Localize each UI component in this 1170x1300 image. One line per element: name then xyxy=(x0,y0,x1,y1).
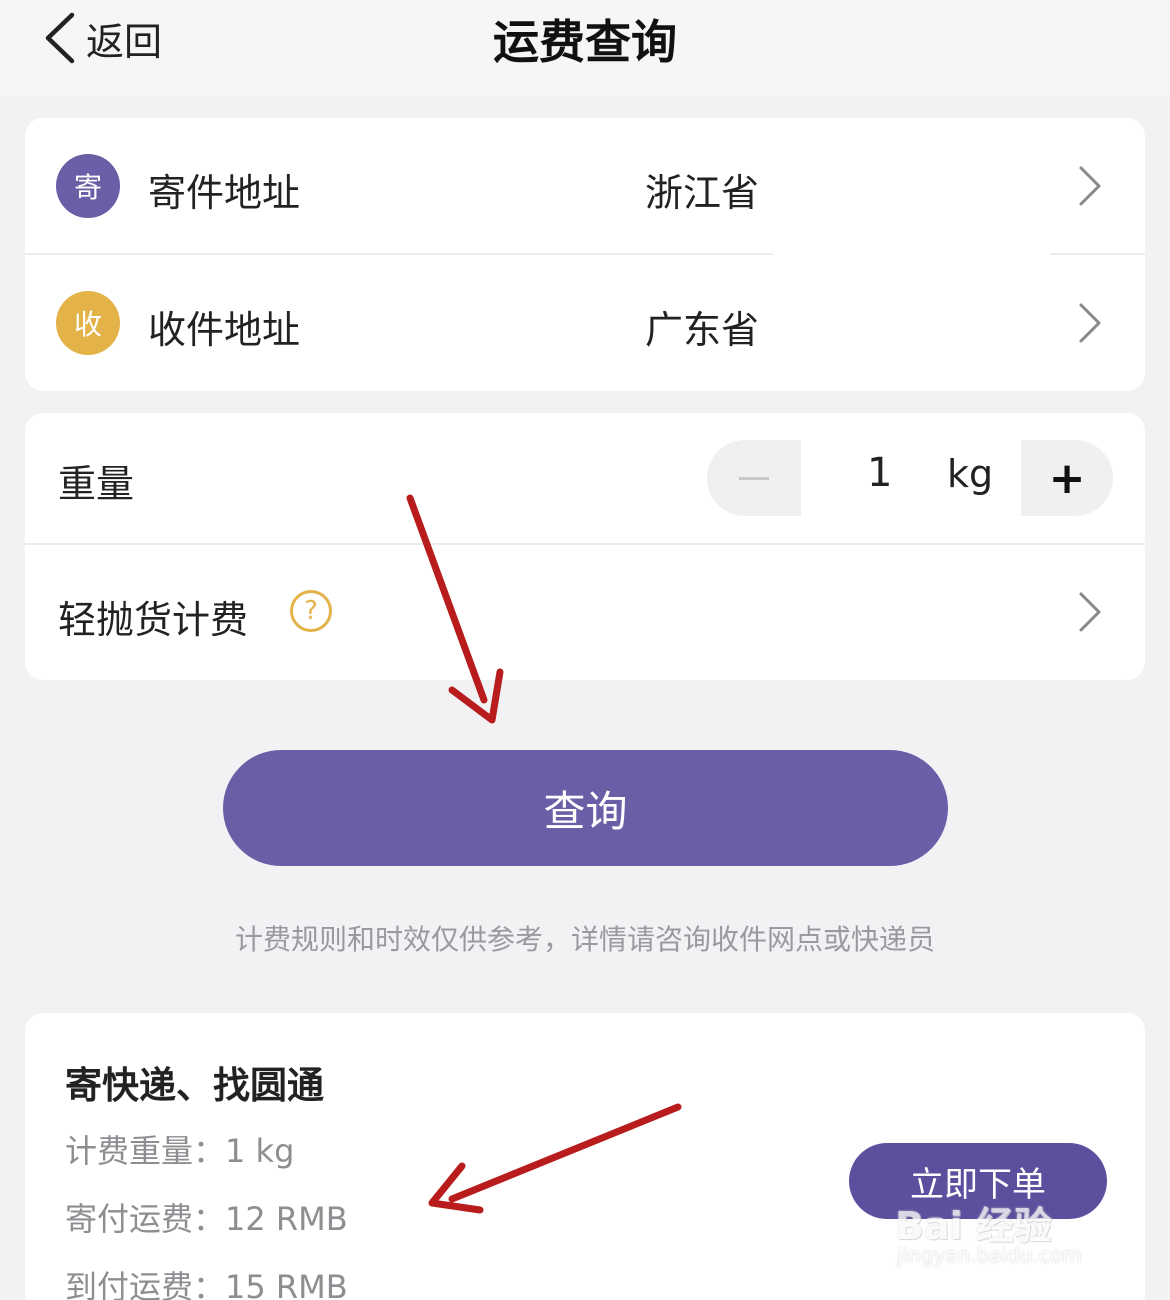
cod-fee: 到付运费：15 RMB xyxy=(65,1268,348,1300)
prepaid-fee: 寄付运费：12 RMB xyxy=(65,1200,348,1238)
watermark: Bai 经验 jingyan.baidu.com xyxy=(895,1195,1125,1275)
weight-unit: kg xyxy=(947,452,994,496)
billing-weight: 计费重量：1 kg xyxy=(65,1132,295,1170)
weight-label: 重量 xyxy=(58,462,135,506)
weight-row: 重量 1 kg + xyxy=(25,413,1145,543)
sender-address-label: 寄件地址 xyxy=(148,171,301,215)
query-button[interactable]: 查询 xyxy=(223,750,948,866)
receiver-address-label: 收件地址 xyxy=(148,308,301,352)
chevron-right-icon xyxy=(1079,166,1101,206)
sender-badge: 寄 xyxy=(56,154,120,218)
receiver-badge: 收 xyxy=(56,291,120,355)
increase-button[interactable]: + xyxy=(1021,440,1113,516)
page-title: 运费查询 xyxy=(493,15,677,69)
watermark-logo: Bai 经验 xyxy=(895,1204,1052,1248)
nav-header: 返回 运费查询 xyxy=(0,0,1170,96)
receiver-address-row[interactable]: 收 收件地址 广东省 xyxy=(25,255,1145,391)
weight-card: 重量 1 kg + 轻抛货计费 ? xyxy=(25,413,1145,680)
decrease-button[interactable] xyxy=(707,440,801,516)
weight-stepper: 1 kg + xyxy=(707,440,1113,516)
chevron-right-icon xyxy=(1079,303,1101,343)
sender-address-value: 浙江省 xyxy=(645,171,760,215)
disclaimer-note: 计费规则和时效仅供参考，详情请咨询收件网点或快递员 xyxy=(234,923,935,956)
weight-input[interactable]: 1 kg xyxy=(801,440,1021,516)
result-title: 寄快递、找圆通 xyxy=(65,1064,324,1107)
light-cargo-label: 轻抛货计费 xyxy=(58,598,249,642)
watermark-url: jingyan.baidu.com xyxy=(897,1243,1082,1267)
chevron-right-icon xyxy=(1079,592,1101,632)
sender-address-row[interactable]: 寄 寄件地址 浙江省 xyxy=(25,118,1145,254)
weight-value: 1 xyxy=(867,450,893,496)
light-cargo-row[interactable]: 轻抛货计费 ? xyxy=(25,545,1145,680)
address-card: 寄 寄件地址 浙江省 收 收件地址 广东省 xyxy=(25,118,1145,391)
receiver-address-value: 广东省 xyxy=(645,308,760,352)
help-icon[interactable]: ? xyxy=(290,590,332,632)
minus-icon xyxy=(739,476,769,480)
